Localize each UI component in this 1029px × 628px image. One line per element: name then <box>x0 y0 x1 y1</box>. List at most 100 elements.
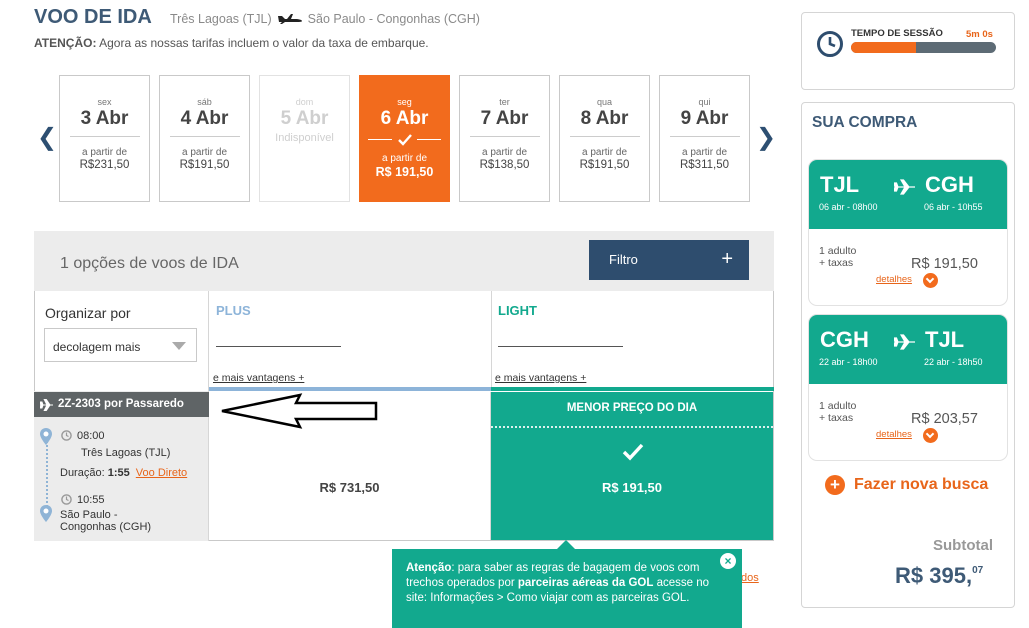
date-weekday: sex <box>97 97 112 107</box>
tooltip-bold-partners: parceiras aéreas da GOL <box>517 577 654 589</box>
clock-icon <box>61 494 72 505</box>
date-price: R$311,50 <box>679 159 730 171</box>
date-card-6-abr[interactable]: seg 6 Abr a partir de R$ 191,50 <box>359 75 450 202</box>
date-divider <box>469 136 540 137</box>
notice-text: Agora as nossas tarifas incluem o valor … <box>96 36 429 50</box>
prev-dates-arrow-icon[interactable]: ❮ <box>37 126 57 150</box>
date-from-label: a partir de <box>181 147 228 158</box>
page-title: VOO DE IDA <box>34 6 152 28</box>
annotation-arrow-icon <box>221 393 378 429</box>
new-search-button[interactable]: + Fazer nova busca <box>825 475 988 495</box>
baggage-rules-link[interactable]: dos <box>741 572 759 584</box>
destination-label: São Paulo - Congonhas (CGH) <box>307 12 480 26</box>
date-day: 3 Abr <box>80 108 129 129</box>
date-from-label: a partir de <box>381 153 428 164</box>
leg-passengers: 1 adulto + taxas <box>819 245 856 269</box>
leg-taxes-note: + taxas <box>819 412 854 424</box>
origin-label: Três Lagoas (TJL) <box>170 12 272 26</box>
arrival-place-line1: São Paulo - <box>60 509 118 521</box>
route-summary: Três Lagoas (TJL) São Paulo - Congonhas … <box>170 12 480 26</box>
subtotal-value: R$ 395,07 <box>895 563 983 589</box>
filter-label: Filtro <box>609 252 638 267</box>
fare-header-plus: PLUS e mais vantagens + <box>209 291 492 391</box>
leg-origin: CGH <box>820 327 869 352</box>
date-card-5-abr: dom 5 Abr Indisponível <box>259 75 350 202</box>
banner-divider <box>491 426 773 428</box>
arrival-place-line2: Congonhas (CGH) <box>60 521 152 533</box>
date-from-label: a partir de <box>81 147 128 158</box>
date-price: R$138,50 <box>479 159 530 171</box>
leg-price: R$ 203,57 <box>911 411 978 427</box>
fare-divider <box>216 346 341 347</box>
sort-select[interactable]: decolagem mais <box>44 328 197 362</box>
light-more-benefits-link[interactable]: e mais vantagens + <box>495 372 586 384</box>
leg-passengers: 1 adulto + taxas <box>819 400 856 424</box>
light-fare-option[interactable]: MENOR PREÇO DO DIA R$ 191,50 <box>491 392 773 540</box>
subtotal-label: Subtotal <box>933 537 993 554</box>
return-leg-card: CGH TJL 22 abr - 18h00 22 abr - 18h50 1 … <box>809 315 1007 460</box>
flight-code: 2Z-2303 por Passaredo <box>58 398 184 410</box>
fare-color-bar <box>209 387 491 391</box>
sort-selected-value: decolagem mais <box>53 340 141 354</box>
date-divider <box>169 136 240 137</box>
leg-details-link[interactable]: detalhes <box>876 274 912 285</box>
purchase-title: SUA COMPRA <box>812 114 918 131</box>
chevron-down-icon <box>172 342 186 350</box>
sort-label: Organizar por <box>45 305 131 321</box>
tooltip-bold-attention: Atenção <box>406 562 452 574</box>
date-card-7-abr[interactable]: ter 7 Abr a partir de R$138,50 <box>459 75 550 202</box>
leg-arrival-datetime: 22 abr - 18h50 <box>924 357 983 367</box>
date-divider <box>569 136 640 137</box>
leg-details-link[interactable]: detalhes <box>876 429 912 440</box>
selected-marker <box>360 131 449 149</box>
date-weekday: ter <box>499 97 510 107</box>
date-unavailable-label: Indisponível <box>275 132 334 144</box>
date-day: 4 Abr <box>180 108 229 129</box>
map-pin-icon <box>40 505 52 522</box>
plus-more-benefits-link[interactable]: e mais vantagens + <box>213 372 304 384</box>
chevron-down-icon[interactable] <box>923 273 938 288</box>
clock-icon <box>817 31 843 57</box>
clock-icon <box>61 430 72 441</box>
filter-button[interactable]: Filtro + <box>589 240 749 280</box>
date-price: R$231,50 <box>79 159 130 171</box>
departure-place: Três Lagoas (TJL) <box>81 447 171 459</box>
check-icon <box>397 133 412 146</box>
leg-passenger-count: 1 adulto <box>819 400 857 412</box>
direct-flight-link[interactable]: Voo Direto <box>136 467 187 479</box>
date-card-3-abr[interactable]: sex 3 Abr a partir de R$231,50 <box>59 75 150 202</box>
date-day: 6 Abr <box>380 108 429 129</box>
date-weekday: seg <box>397 97 412 107</box>
lowest-price-banner: MENOR PREÇO DO DIA <box>566 402 698 414</box>
leg-passenger-count: 1 adulto <box>819 245 857 257</box>
chevron-down-icon[interactable] <box>923 428 938 443</box>
date-weekday: sáb <box>197 97 212 107</box>
next-dates-arrow-icon[interactable]: ❯ <box>756 126 776 150</box>
fare-name-light: LIGHT <box>498 303 537 318</box>
leg-taxes-note: + taxas <box>819 257 854 269</box>
plus-circle-icon: + <box>825 475 845 495</box>
date-divider <box>69 136 140 137</box>
map-pin-icon <box>40 428 52 445</box>
date-card-8-abr[interactable]: qua 8 Abr a partir de R$191,50 <box>559 75 650 202</box>
duration-label: Duração: <box>60 467 105 479</box>
light-price: R$ 191,50 <box>602 480 662 495</box>
date-card-9-abr[interactable]: qui 9 Abr a partir de R$311,50 <box>659 75 750 202</box>
flight-code-header: 2Z-2303 por Passaredo <box>34 392 209 417</box>
date-day: 9 Abr <box>680 108 729 129</box>
close-icon[interactable]: × <box>720 553 736 569</box>
session-progress-fill <box>851 42 917 53</box>
leg-header: TJL CGH 06 abr - 08h00 06 abr - 10h55 <box>809 160 1007 229</box>
date-card-4-abr[interactable]: sáb 4 Abr a partir de R$191,50 <box>159 75 250 202</box>
timeline-line <box>46 441 48 511</box>
date-weekday: qua <box>596 97 613 107</box>
leg-departure-datetime: 06 abr - 08h00 <box>819 202 878 212</box>
date-price: R$191,50 <box>579 159 630 171</box>
departure-time: 08:00 <box>77 430 105 442</box>
airplane-icon <box>277 14 302 24</box>
leg-destination: TJL <box>925 327 965 352</box>
date-day: 8 Abr <box>580 108 629 129</box>
duration-row: Duração: 1:55 Voo Direto <box>60 467 187 479</box>
outbound-leg-card: TJL CGH 06 abr - 08h00 06 abr - 10h55 1 … <box>809 160 1007 305</box>
duration-value: 1:55 <box>107 467 130 479</box>
